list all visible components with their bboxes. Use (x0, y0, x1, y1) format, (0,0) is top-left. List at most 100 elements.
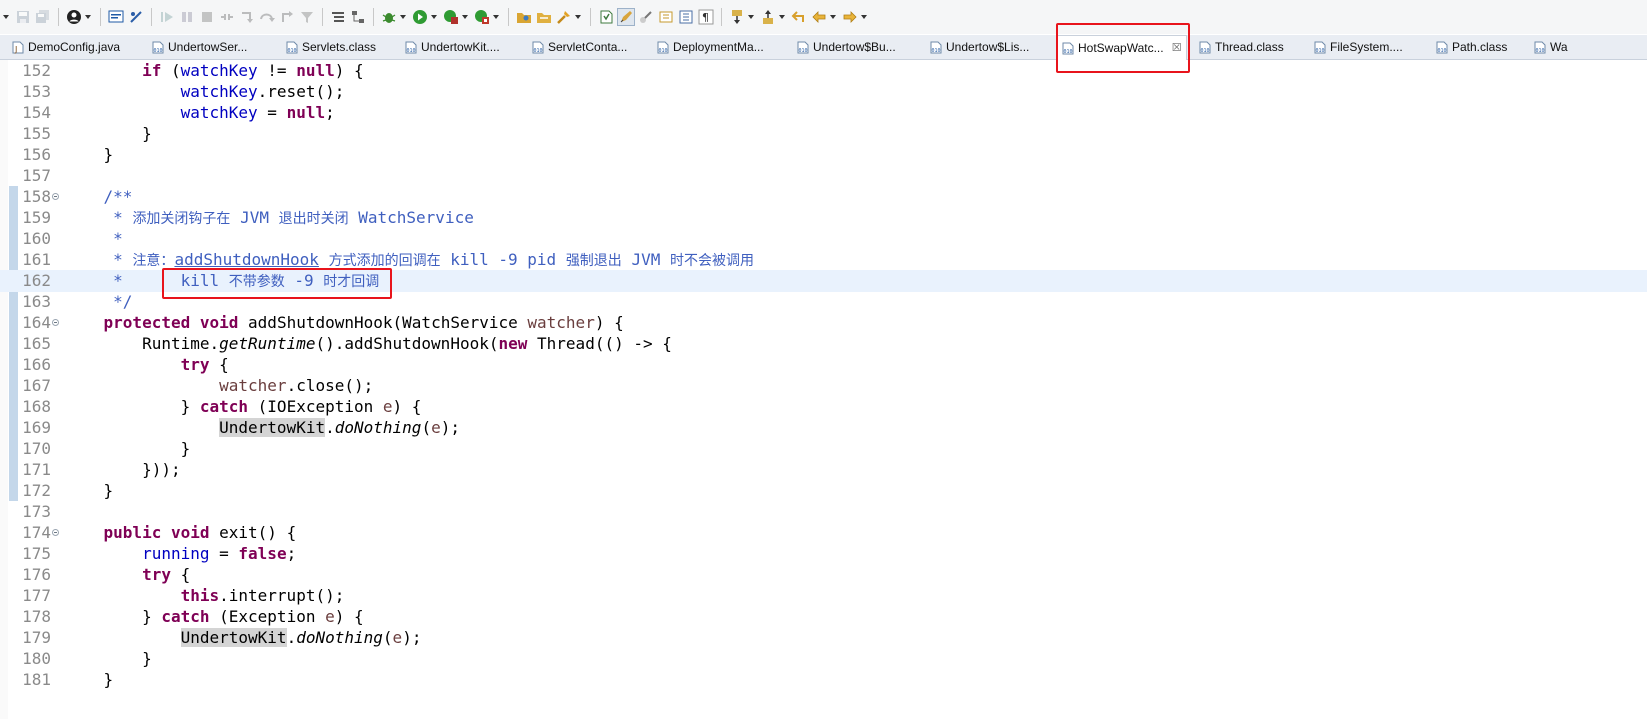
code-line[interactable]: 168 } catch (IOException e) { (0, 396, 1647, 418)
annotation-icon[interactable] (598, 9, 614, 25)
user-icon[interactable] (66, 9, 82, 25)
coverage-icon[interactable] (443, 9, 459, 25)
back-dropdown-icon[interactable] (830, 15, 836, 19)
code-line[interactable]: 169 UndertowKit.doNothing(e); (0, 417, 1647, 439)
debug-dropdown-icon[interactable] (400, 15, 406, 19)
code-line[interactable]: 174 public void exit() { (0, 522, 1647, 544)
code-text: * (65, 228, 123, 250)
code-token: getRuntime (219, 334, 316, 353)
open-type-icon[interactable] (516, 9, 532, 25)
forward-icon[interactable] (842, 9, 858, 25)
code-line[interactable]: 178 } catch (Exception e) { (0, 606, 1647, 628)
open-task-icon[interactable] (536, 9, 552, 25)
save-all-icon[interactable] (35, 9, 51, 25)
run-icon[interactable] (412, 9, 428, 25)
code-line[interactable]: 154 watchKey = null; (0, 102, 1647, 124)
step-into-icon[interactable] (239, 9, 255, 25)
last-edit-location-icon[interactable] (791, 9, 807, 25)
code-line[interactable]: 166 try { (0, 354, 1647, 376)
editor-tab[interactable]: 010 Servlets.class (286, 35, 376, 59)
code-line[interactable]: 164 protected void addShutdownHook(Watch… (0, 312, 1647, 334)
editor-tab[interactable]: J DemoConfig.java (12, 35, 120, 59)
class-file-icon: 010 (1314, 41, 1326, 54)
code-line[interactable]: 179 UndertowKit.doNothing(e); (0, 627, 1647, 649)
next-annotation-dropdown-icon[interactable] (748, 15, 754, 19)
fold-toggle-icon[interactable] (52, 529, 59, 536)
code-line[interactable]: 160 * (0, 228, 1647, 250)
editor-tab[interactable]: 010 Wa (1534, 35, 1568, 59)
code-line[interactable]: 152 if (watchKey != null) { (0, 60, 1647, 82)
code-token: try (142, 565, 171, 584)
show-whitespace-icon[interactable] (678, 9, 694, 25)
disconnect-icon[interactable] (219, 9, 235, 25)
code-line[interactable]: 180 } (0, 648, 1647, 670)
toggle-mark-occurrences-icon[interactable] (617, 8, 635, 26)
code-line[interactable]: 176 try { (0, 564, 1647, 586)
back-icon[interactable] (811, 9, 827, 25)
code-line[interactable]: 172 } (0, 480, 1647, 502)
hierarchy-icon[interactable] (350, 9, 366, 25)
editor-tab[interactable]: 010 Undertow$Lis... (930, 35, 1029, 59)
coverage-dropdown-icon[interactable] (462, 15, 468, 19)
code-line[interactable]: 171 })); (0, 459, 1647, 481)
code-line[interactable]: 173 (0, 501, 1647, 523)
console-icon[interactable] (108, 9, 124, 25)
code-line[interactable]: 181 } (0, 669, 1647, 691)
step-over-icon[interactable] (259, 9, 275, 25)
menu-dropdown-icon[interactable] (3, 15, 9, 19)
terminate-icon[interactable] (199, 9, 215, 25)
previous-annotation-icon[interactable] (760, 9, 776, 25)
fold-toggle-icon[interactable] (52, 319, 59, 326)
svg-text:010: 010 (1201, 48, 1210, 54)
toggle-block-icon[interactable] (658, 9, 674, 25)
run-dropdown-icon[interactable] (431, 15, 437, 19)
code-token: void (170, 523, 210, 542)
code-editor[interactable]: 152 if (watchKey != null) {153 watchKey.… (0, 60, 1647, 719)
code-line[interactable]: 156 } (0, 144, 1647, 166)
editor-tab[interactable]: 010 UndertowKit.... (405, 35, 500, 59)
code-line[interactable]: 157 (0, 165, 1647, 187)
user-dropdown-icon[interactable] (85, 15, 91, 19)
search-icon[interactable] (556, 9, 572, 25)
code-token: public (103, 523, 162, 542)
save-icon[interactable] (15, 9, 31, 25)
editor-tab[interactable]: 010 FileSystem.... (1314, 35, 1403, 59)
resume-icon[interactable] (159, 9, 175, 25)
editor-tab[interactable]: 010 ServletConta... (532, 35, 627, 59)
class-file-icon: 010 (1199, 41, 1211, 54)
previous-annotation-dropdown-icon[interactable] (779, 15, 785, 19)
use-step-filters-icon[interactable] (299, 9, 315, 25)
outline-icon[interactable] (330, 9, 346, 25)
toggle-highlight-icon[interactable] (638, 9, 654, 25)
code-line[interactable]: 170 } (0, 438, 1647, 460)
code-text: * 添加关闭钩子在 JVM 退出时关闭 WatchService (65, 207, 474, 230)
external-tools-icon[interactable] (474, 9, 490, 25)
code-line[interactable]: 165 Runtime.getRuntime().addShutdownHook… (0, 333, 1647, 355)
code-line[interactable]: 175 running = false; (0, 543, 1647, 565)
code-line[interactable]: 159 * 添加关闭钩子在 JVM 退出时关闭 WatchService (0, 207, 1647, 229)
step-return-icon[interactable] (279, 9, 295, 25)
code-line[interactable]: 177 this.interrupt(); (0, 585, 1647, 607)
forward-dropdown-icon[interactable] (861, 15, 867, 19)
line-number: 156 (22, 145, 51, 164)
next-annotation-icon[interactable] (729, 9, 745, 25)
editor-tab[interactable]: 010 DeploymentMa... (657, 35, 764, 59)
editor-tab[interactable]: 010 Undertow$Bu... (797, 35, 896, 59)
editor-tab[interactable]: 010 UndertowSer... (152, 35, 247, 59)
suspend-icon[interactable] (179, 9, 195, 25)
code-line[interactable]: 158 /** (0, 186, 1647, 208)
external-tools-dropdown-icon[interactable] (493, 15, 499, 19)
code-line[interactable]: 155 } (0, 123, 1647, 145)
class-file-icon: 010 (1436, 41, 1448, 54)
search-dropdown-icon[interactable] (575, 15, 581, 19)
pilcrow-icon[interactable]: ¶ (698, 9, 714, 25)
fold-toggle-icon[interactable] (52, 193, 59, 200)
code-token: new (498, 334, 528, 353)
debug-icon[interactable] (381, 9, 397, 25)
code-line[interactable]: 153 watchKey.reset(); (0, 81, 1647, 103)
code-line[interactable]: 167 watcher.close(); (0, 375, 1647, 397)
skip-breakpoints-icon[interactable] (128, 9, 144, 25)
editor-tab[interactable]: 010 Thread.class (1199, 35, 1284, 59)
editor-tab[interactable]: 010 Path.class (1436, 35, 1507, 59)
